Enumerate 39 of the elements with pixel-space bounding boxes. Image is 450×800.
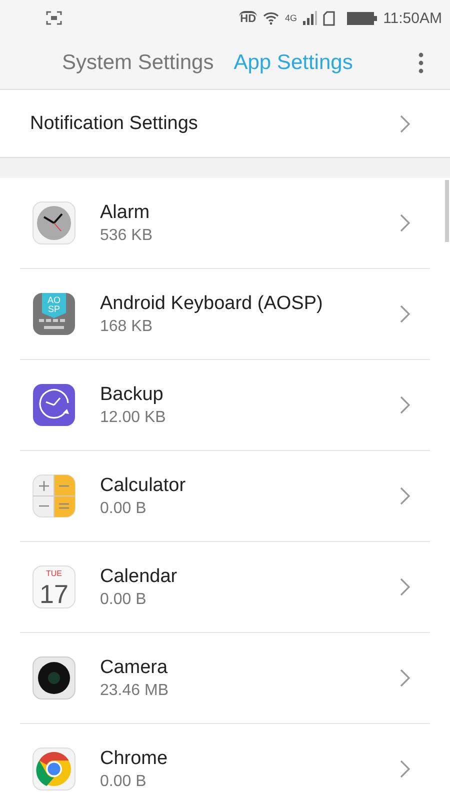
app-name[interactable]: Chrome [100,748,400,770]
chevron-icon [400,114,410,132]
sim-icon [323,10,336,26]
chevron-icon [400,669,410,687]
app-name[interactable]: Android Keyboard (AOSP) [100,292,400,314]
chrome-icon [32,747,76,791]
app-name[interactable]: Camera [100,656,400,678]
hd-label: HD [239,11,258,25]
camera-icon [32,656,76,700]
chevron-icon [400,487,410,505]
signal-icon [303,11,318,25]
app-size: 0.00 B [100,500,148,518]
chevron-icon [400,305,410,323]
clock-time: 11:50AM [383,10,442,26]
wifi-icon [263,12,280,24]
app-size: 536 KB [100,226,154,244]
tab[interactable]: System Settings [52,44,224,80]
chevron-icon [400,578,410,596]
chevron-icon [400,760,410,778]
calculator-icon [32,474,76,518]
clock-icon [32,201,76,245]
app-size: 168 KB [100,318,154,336]
calendar-icon: TUE 17 [32,565,76,609]
chevron-icon [400,214,410,232]
more-menu-icon[interactable] [418,52,424,74]
app-name[interactable]: Calendar [100,566,400,588]
battery-icon [347,12,378,24]
app-size: 0.00 B [100,590,148,608]
screenshot-icon [46,11,62,25]
app-size: 23.46 MB [100,682,170,700]
app-name[interactable]: Backup [100,384,400,406]
keyboard-icon: AO SP [32,292,76,336]
app-name[interactable]: Alarm [100,202,400,224]
app-name[interactable]: Calculator [100,474,400,496]
chevron-icon [400,396,410,414]
network-label: 4G [285,13,298,23]
app-size: 12.00 KB [100,408,167,426]
scrollbar [445,180,449,242]
app-size: 0.00 B [100,772,148,790]
